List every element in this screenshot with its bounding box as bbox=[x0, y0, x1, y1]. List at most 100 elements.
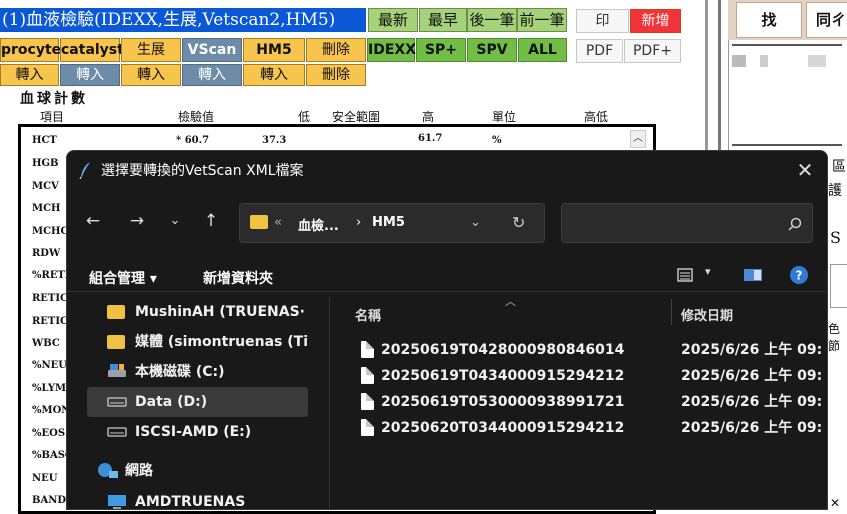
header-unit: 單位 bbox=[492, 110, 517, 124]
network-icon bbox=[98, 463, 118, 478]
file-icon bbox=[361, 341, 374, 358]
hm5-button[interactable]: HM5 bbox=[243, 38, 305, 62]
recent-locations-icon[interactable]: ⌄ bbox=[163, 209, 187, 233]
nav-item-local-disk-c[interactable]: 本機磁碟 (C:) bbox=[107, 359, 307, 385]
nav-item-data-d[interactable]: Data (D:) bbox=[107, 389, 307, 415]
hct-value: * 60.7 bbox=[176, 135, 210, 146]
folder-icon bbox=[107, 305, 125, 319]
address-dropdown-icon[interactable]: ⌄ bbox=[470, 215, 481, 230]
right-text: 護 bbox=[828, 183, 842, 199]
right-text: 色 節 bbox=[828, 322, 841, 353]
address-bar[interactable]: « 血檢... › HM5 ⌄ ↻ bbox=[239, 203, 545, 243]
oldest-button[interactable]: 最早 bbox=[419, 8, 467, 32]
delete-source-button[interactable]: 刪除 bbox=[306, 38, 366, 62]
hct-low: 37.3 bbox=[262, 135, 287, 146]
next-record-button[interactable]: 後一筆 bbox=[467, 8, 517, 32]
file-date: 2025/6/26 上午 09: bbox=[681, 394, 823, 410]
row-label: %EOS bbox=[32, 428, 66, 439]
help-icon[interactable]: ? bbox=[789, 265, 809, 285]
view-list-icon[interactable] bbox=[677, 267, 693, 283]
blurred-text bbox=[760, 55, 768, 67]
refresh-icon[interactable]: ↻ bbox=[512, 213, 525, 232]
import-catalyst-button[interactable]: 轉入 bbox=[60, 64, 120, 86]
prev-record-button[interactable]: 前一筆 bbox=[517, 8, 567, 32]
file-date: 2025/6/26 上午 09: bbox=[681, 342, 823, 358]
file-date: 2025/6/26 上午 09: bbox=[681, 368, 823, 384]
breadcrumb-overflow[interactable]: « bbox=[274, 215, 282, 230]
row-label: WBC bbox=[32, 338, 60, 349]
nav-item-label: 網路 bbox=[125, 463, 153, 479]
nav-item-iscsi-e[interactable]: ISCSI-AMD (E:) bbox=[107, 419, 307, 445]
catalyst-button[interactable]: catalyst bbox=[60, 38, 124, 62]
nav-item-amdtruenas[interactable]: AMDTRUENAS bbox=[107, 489, 307, 509]
find-button[interactable]: 找 bbox=[736, 2, 802, 38]
import-vscan-button[interactable]: 轉入 bbox=[182, 64, 242, 86]
pdf-plus-button[interactable]: PDF+ bbox=[624, 39, 681, 63]
file-row[interactable]: 20250620T0344000915294212 bbox=[361, 416, 671, 440]
row-label: RETIC bbox=[32, 316, 69, 327]
column-name[interactable]: 名稱 bbox=[355, 305, 381, 324]
file-date: 2025/6/26 上午 09: bbox=[681, 420, 823, 436]
view-dropdown-icon[interactable]: ▾ bbox=[705, 265, 711, 278]
hct-unit: % bbox=[492, 135, 502, 146]
shengzhan-button[interactable]: 生展 bbox=[121, 38, 181, 62]
import-procyte-button[interactable]: 轉入 bbox=[0, 64, 59, 86]
right-text: S bbox=[830, 228, 841, 247]
nav-item-network[interactable]: 網路 bbox=[97, 458, 297, 484]
column-date[interactable]: 修改日期 bbox=[681, 305, 733, 324]
new-folder-button[interactable]: 新增資料夾 bbox=[203, 268, 273, 288]
idexx-filter-button[interactable]: IDEXX bbox=[367, 38, 416, 62]
row-label-hct: HCT bbox=[32, 135, 57, 146]
feather-icon bbox=[79, 162, 90, 179]
back-arrow-icon[interactable]: ← bbox=[81, 209, 105, 233]
file-open-dialog: 選擇要轉換的VetScan XML檔案 ✕ ← → ⌄ ↑ « 血檢... › … bbox=[66, 150, 828, 510]
vscan-button[interactable]: VScan bbox=[182, 38, 242, 62]
sp-plus-filter-button[interactable]: SP+ bbox=[416, 38, 466, 62]
other-button[interactable]: 同ㄔ bbox=[806, 2, 847, 38]
toolbar-separator bbox=[67, 291, 827, 292]
nav-item-media[interactable]: 媒體 (simontruenas (Ti bbox=[107, 329, 307, 355]
pane-separator bbox=[329, 297, 330, 509]
preview-pane-icon[interactable] bbox=[743, 267, 763, 283]
import-hm5-button[interactable]: 轉入 bbox=[243, 64, 305, 86]
drive-icon bbox=[107, 427, 127, 437]
pdf-button[interactable]: PDF bbox=[576, 39, 623, 63]
new-record-button[interactable]: 新增 bbox=[630, 9, 681, 33]
all-filter-button[interactable]: ALL bbox=[518, 38, 567, 62]
file-name: 20250619T0434000915294212 bbox=[381, 368, 625, 384]
row-label: HGB bbox=[32, 158, 59, 169]
nav-item-label: 本機磁碟 (C:) bbox=[135, 364, 225, 380]
sort-ascending-icon: ︿ bbox=[505, 295, 516, 308]
row-label: MCV bbox=[32, 181, 59, 192]
file-icon bbox=[361, 367, 374, 384]
newest-button[interactable]: 最新 bbox=[368, 8, 418, 32]
breadcrumb-current[interactable]: HM5 bbox=[372, 215, 405, 230]
delete-import-button[interactable]: 刪除 bbox=[306, 64, 366, 86]
nav-item-label: 媒體 (simontruenas (Ti bbox=[135, 334, 307, 350]
dialog-title: 選擇要轉換的VetScan XML檔案 bbox=[101, 163, 304, 179]
row-label: BAND bbox=[32, 495, 67, 506]
close-icon[interactable]: ✕ bbox=[787, 157, 823, 183]
file-row[interactable]: 20250619T0530000938991721 bbox=[361, 390, 671, 414]
scroll-up-icon[interactable]: ︿ bbox=[630, 130, 646, 148]
header-item: 項目 bbox=[40, 110, 65, 124]
file-name: 20250619T0428000980846014 bbox=[381, 342, 625, 358]
nav-item-mushinah[interactable]: MushinAH (TRUENAS· bbox=[107, 299, 307, 325]
file-icon bbox=[361, 393, 374, 410]
forward-arrow-icon[interactable]: → bbox=[125, 209, 149, 233]
folder-icon bbox=[107, 335, 125, 349]
breadcrumb-parent[interactable]: 血檢... bbox=[298, 215, 339, 234]
header-high: 高 bbox=[422, 110, 435, 124]
procyte-button[interactable]: procyte bbox=[0, 38, 61, 62]
file-row[interactable]: 20250619T0434000915294212 bbox=[361, 364, 671, 388]
spv-filter-button[interactable]: SPV bbox=[467, 38, 517, 62]
divider bbox=[732, 44, 842, 46]
organize-menu[interactable]: 組合管理 ▾ bbox=[89, 268, 157, 288]
search-input[interactable] bbox=[561, 203, 813, 243]
print-button[interactable]: 印 bbox=[576, 9, 629, 33]
row-label: %LYM bbox=[32, 383, 67, 394]
import-shengzhan-button[interactable]: 轉入 bbox=[121, 64, 181, 86]
header-range: 安全範圍 bbox=[332, 110, 381, 124]
up-arrow-icon[interactable]: ↑ bbox=[199, 209, 223, 233]
file-row[interactable]: 20250619T0428000980846014 bbox=[361, 338, 671, 362]
